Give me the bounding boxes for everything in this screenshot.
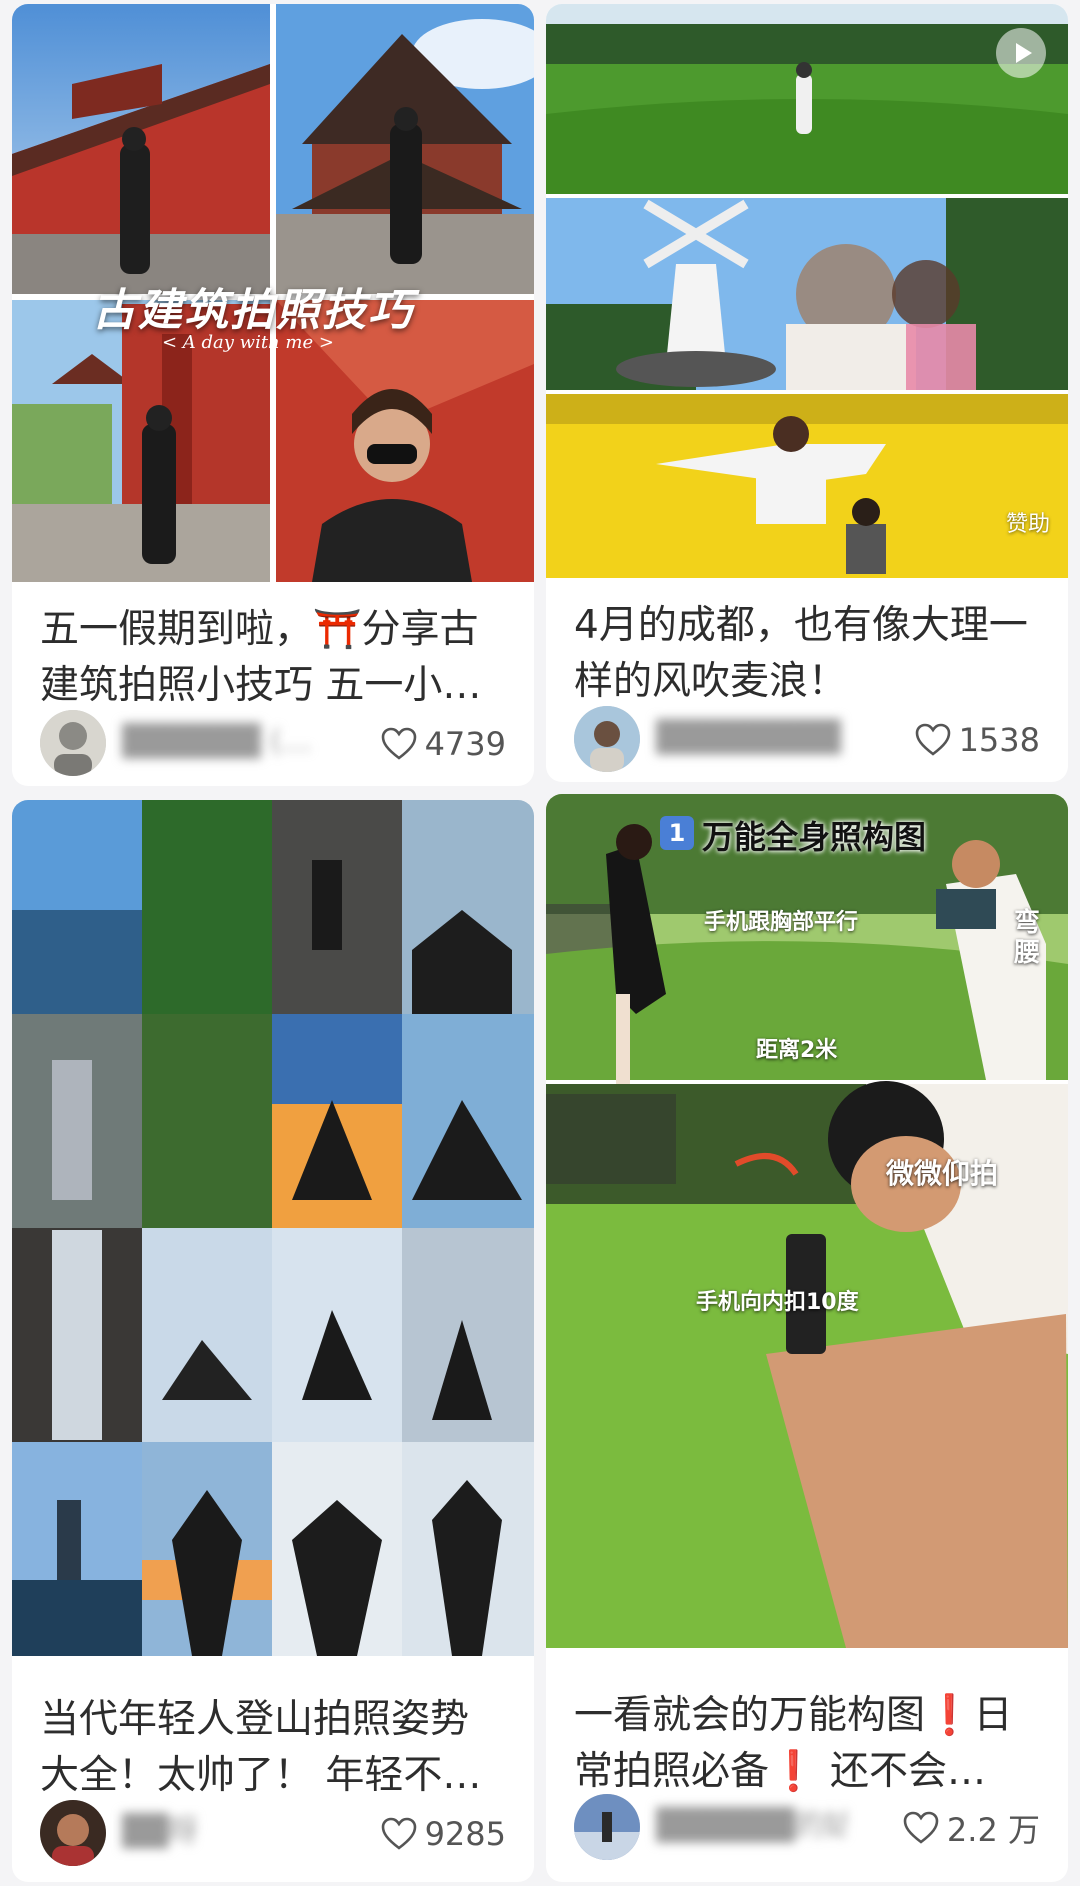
note-meta: ██████ (… 4739 [40,710,506,782]
step-badge: 1 [660,816,694,850]
note-cover-image[interactable]: 赞助 [546,4,1068,578]
note-meta: ██████的姑娘 2.2 万 [574,1794,1040,1866]
waterfall-feed: 古建筑拍照技巧 < A day with me > 五一假期到啦，⛩️分享古建筑… [0,0,1080,1886]
play-icon [1015,43,1032,63]
author-avatar[interactable] [574,1794,640,1860]
like-count: 1538 [958,721,1040,759]
like-button[interactable]: 2.2 万 [903,1806,1040,1850]
note-cover-image[interactable]: 1 万能全身照构图 手机跟胸部平行 弯腰 距离2米 微微仰拍 手机向内扣10度 [546,794,1068,1648]
note-card[interactable]: 赞助 4月的成都，也有像大理一样的风吹麦浪！ ████████ 1538 [546,4,1068,782]
heart-icon [915,723,950,756]
note-meta: ████████ 1538 [574,706,1040,778]
note-card[interactable]: 古建筑拍照技巧 < A day with me > 五一假期到啦，⛩️分享古建筑… [12,4,534,786]
note-card[interactable]: 1 万能全身照构图 手机跟胸部平行 弯腰 距离2米 微微仰拍 手机向内扣10度 … [546,794,1068,1882]
note-title[interactable]: 五一假期到啦，⛩️分享古建筑拍照小技巧 五一小… [40,602,506,714]
cover-note: 距离2米 [756,1038,838,1063]
like-count: 2.2 万 [946,1811,1040,1849]
cover-note: 手机向内扣10度 [696,1290,859,1315]
note-cover-image[interactable] [12,800,534,1656]
heart-icon [381,727,416,760]
heart-icon [381,1817,416,1850]
like-button[interactable]: 4739 [381,722,506,766]
cover-note: 手机跟胸部平行 [704,910,859,935]
cover-note: 弯腰 [1014,908,1041,968]
note-meta: ██呀 9285 [40,1800,506,1872]
like-button[interactable]: 1538 [915,718,1040,762]
sponsor-label: 赞助 [1005,512,1050,537]
note-card[interactable]: 当代年轻人登山拍照姿势大全！太帅了！ 年轻不… ██呀 9285 [12,800,534,1882]
author-name[interactable]: ██████的姑娘 [656,1800,846,1852]
note-title[interactable]: 一看就会的万能构图❗日常拍照必备❗ 还不会… [574,1688,1040,1800]
note-title[interactable]: 当代年轻人登山拍照姿势大全！太帅了！ 年轻不… [40,1692,506,1804]
author-avatar[interactable] [40,710,106,776]
cover-headline: 万能全身照构图 [702,818,927,856]
note-title[interactable]: 4月的成都，也有像大理一样的风吹麦浪！ [574,598,1040,710]
note-cover-image[interactable]: 古建筑拍照技巧 < A day with me > [12,4,534,582]
author-name[interactable]: ██████ (… [122,716,312,768]
author-name[interactable]: ██呀 [122,1806,312,1858]
author-avatar[interactable] [40,1800,106,1866]
like-count: 9285 [424,1815,506,1853]
author-avatar[interactable] [574,706,640,772]
cover-subline: < A day with me > [162,332,334,353]
heart-icon [903,1811,939,1844]
author-name[interactable]: ████████ [656,712,846,764]
cover-note: 微微仰拍 [886,1157,999,1190]
like-count: 4739 [424,725,506,763]
cover-headline: 古建筑拍照技巧 [92,285,414,336]
like-button[interactable]: 9285 [381,1812,506,1856]
video-indicator [996,28,1046,78]
